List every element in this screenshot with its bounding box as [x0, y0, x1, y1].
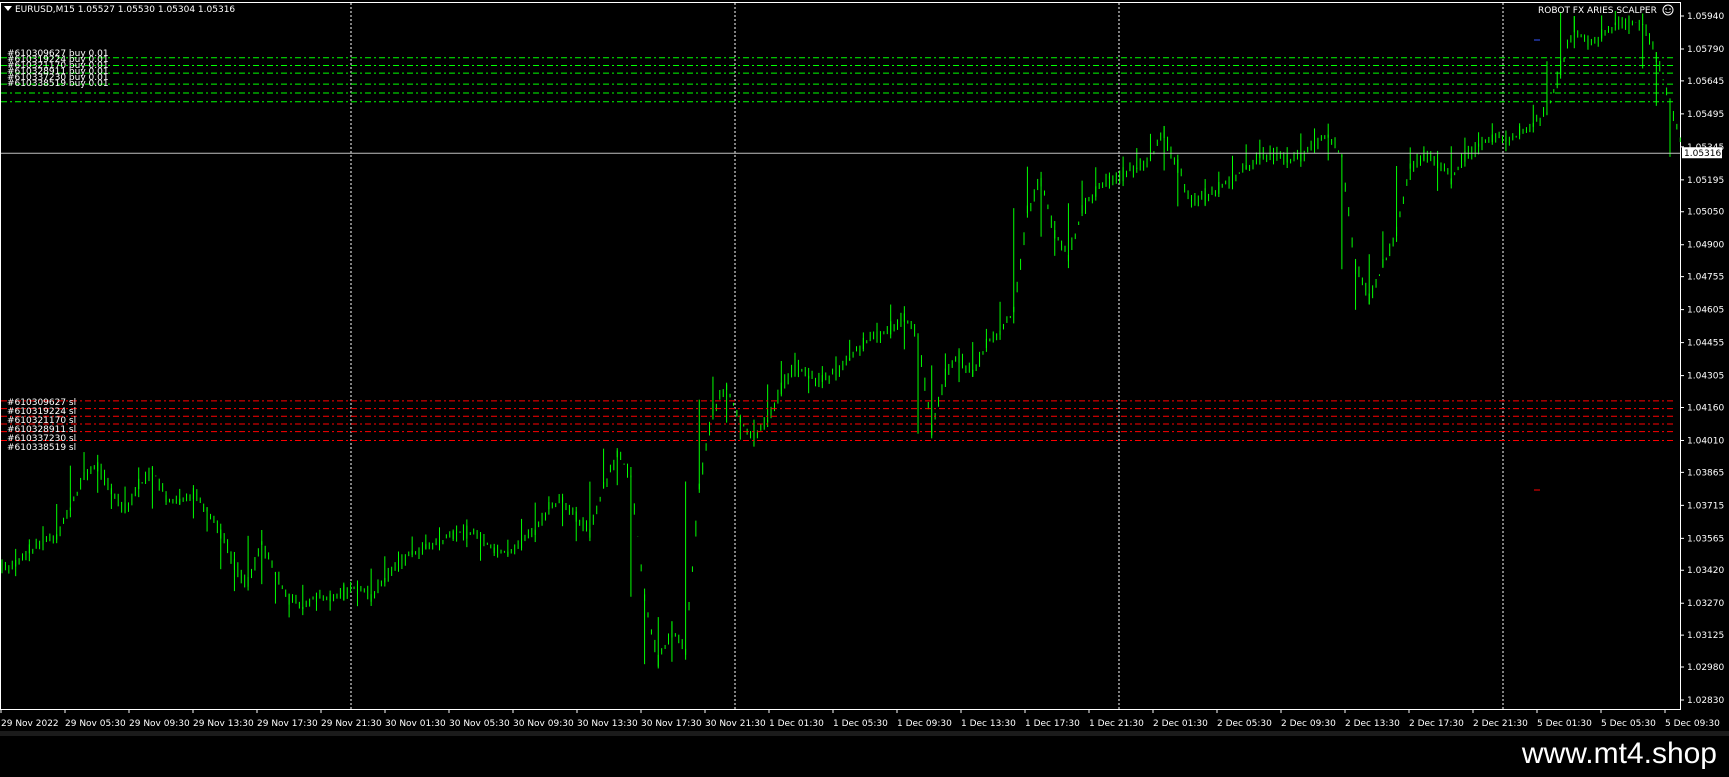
price-tick-label: 1.03270 [1687, 599, 1724, 609]
order-label: #610338519 buy 0.01 [7, 79, 109, 89]
price-tick-label: 1.05790 [1687, 45, 1724, 55]
price-tick-label: 1.04160 [1687, 403, 1724, 413]
expert-advisor-label[interactable]: ROBOT FX ARIES SCALPER [1538, 4, 1674, 16]
expert-name: ROBOT FX ARIES SCALPER [1538, 6, 1657, 16]
time-tick-label: 30 Nov 13:30 [577, 719, 638, 729]
price-tick-label: 1.04455 [1687, 339, 1724, 349]
watermark: www.mt4.shop [1521, 737, 1717, 770]
price-tick-label: 1.04605 [1687, 306, 1724, 316]
time-tick-label: 30 Nov 09:30 [513, 719, 574, 729]
price-tick-label: 1.03715 [1687, 501, 1724, 511]
time-tick-label: 30 Nov 21:30 [705, 719, 766, 729]
price-tick-label: 1.03420 [1687, 566, 1724, 576]
time-tick-label: 29 Nov 21:30 [321, 719, 382, 729]
time-tick-label: 5 Dec 01:30 [1537, 719, 1592, 729]
price-tick-label: 1.03125 [1687, 631, 1724, 641]
footer-bar [0, 736, 1729, 777]
time-tick-label: 29 Nov 2022 [1, 719, 59, 729]
price-tick-label: 1.04900 [1687, 241, 1724, 251]
price-tick-label: 1.05940 [1687, 12, 1724, 22]
time-tick-label: 2 Dec 05:30 [1217, 719, 1272, 729]
time-tick-label: 2 Dec 17:30 [1409, 719, 1464, 729]
time-tick-label: 1 Dec 21:30 [1089, 719, 1144, 729]
price-tick-label: 1.02980 [1687, 663, 1724, 673]
price-tick-label: 1.05195 [1687, 176, 1724, 186]
time-tick-label: 2 Dec 13:30 [1345, 719, 1400, 729]
price-chart[interactable]: 1.05316 1.059401.057901.056451.054951.05… [0, 0, 1729, 731]
time-tick-label: 5 Dec 09:30 [1665, 719, 1720, 729]
symbol-header-text: EURUSD,M15 1.05527 1.05530 1.05304 1.053… [15, 5, 235, 15]
symbol-header: EURUSD,M15 1.05527 1.05530 1.05304 1.053… [4, 5, 235, 15]
time-tick-label: 30 Nov 01:30 [385, 719, 446, 729]
time-tick-label: 30 Nov 17:30 [641, 719, 702, 729]
time-tick-label: 2 Dec 21:30 [1473, 719, 1528, 729]
price-tick-label: 1.03565 [1687, 534, 1724, 544]
price-tick-label: 1.05495 [1687, 110, 1724, 120]
time-tick-label: 30 Nov 05:30 [449, 719, 510, 729]
time-tick-label: 29 Nov 17:30 [257, 719, 318, 729]
time-tick-label: 29 Nov 13:30 [193, 719, 254, 729]
time-tick-label: 2 Dec 09:30 [1281, 719, 1336, 729]
time-tick-label: 1 Dec 09:30 [897, 719, 952, 729]
price-tick-label: 1.03865 [1687, 468, 1724, 478]
price-tick-label: 1.05345 [1687, 143, 1724, 153]
price-tick-label: 1.04305 [1687, 372, 1724, 382]
time-tick-label: 29 Nov 05:30 [65, 719, 126, 729]
time-tick-label: 29 Nov 09:30 [129, 719, 190, 729]
time-tick-label: 1 Dec 01:30 [769, 719, 824, 729]
time-tick-label: 1 Dec 17:30 [1025, 719, 1080, 729]
chart-window[interactable]: 1.05316 1.05940 1.05790 1.05645 1.05495 1.05… [0, 0, 1729, 731]
price-tick-label: 1.04010 [1687, 436, 1724, 446]
time-tick-label: 5 Dec 05:30 [1601, 719, 1656, 729]
price-tick-label: 1.02830 [1687, 696, 1724, 706]
time-tick-label: 2 Dec 01:30 [1153, 719, 1208, 729]
price-tick-label: 1.05645 [1687, 77, 1724, 87]
price-tick-label: 1.04755 [1687, 273, 1724, 283]
time-tick-label: 1 Dec 05:30 [833, 719, 888, 729]
time-tick-label: 1 Dec 13:30 [961, 719, 1016, 729]
price-tick-label: 1.05050 [1687, 208, 1724, 218]
stoploss-label: #610338519 sl [7, 443, 76, 453]
